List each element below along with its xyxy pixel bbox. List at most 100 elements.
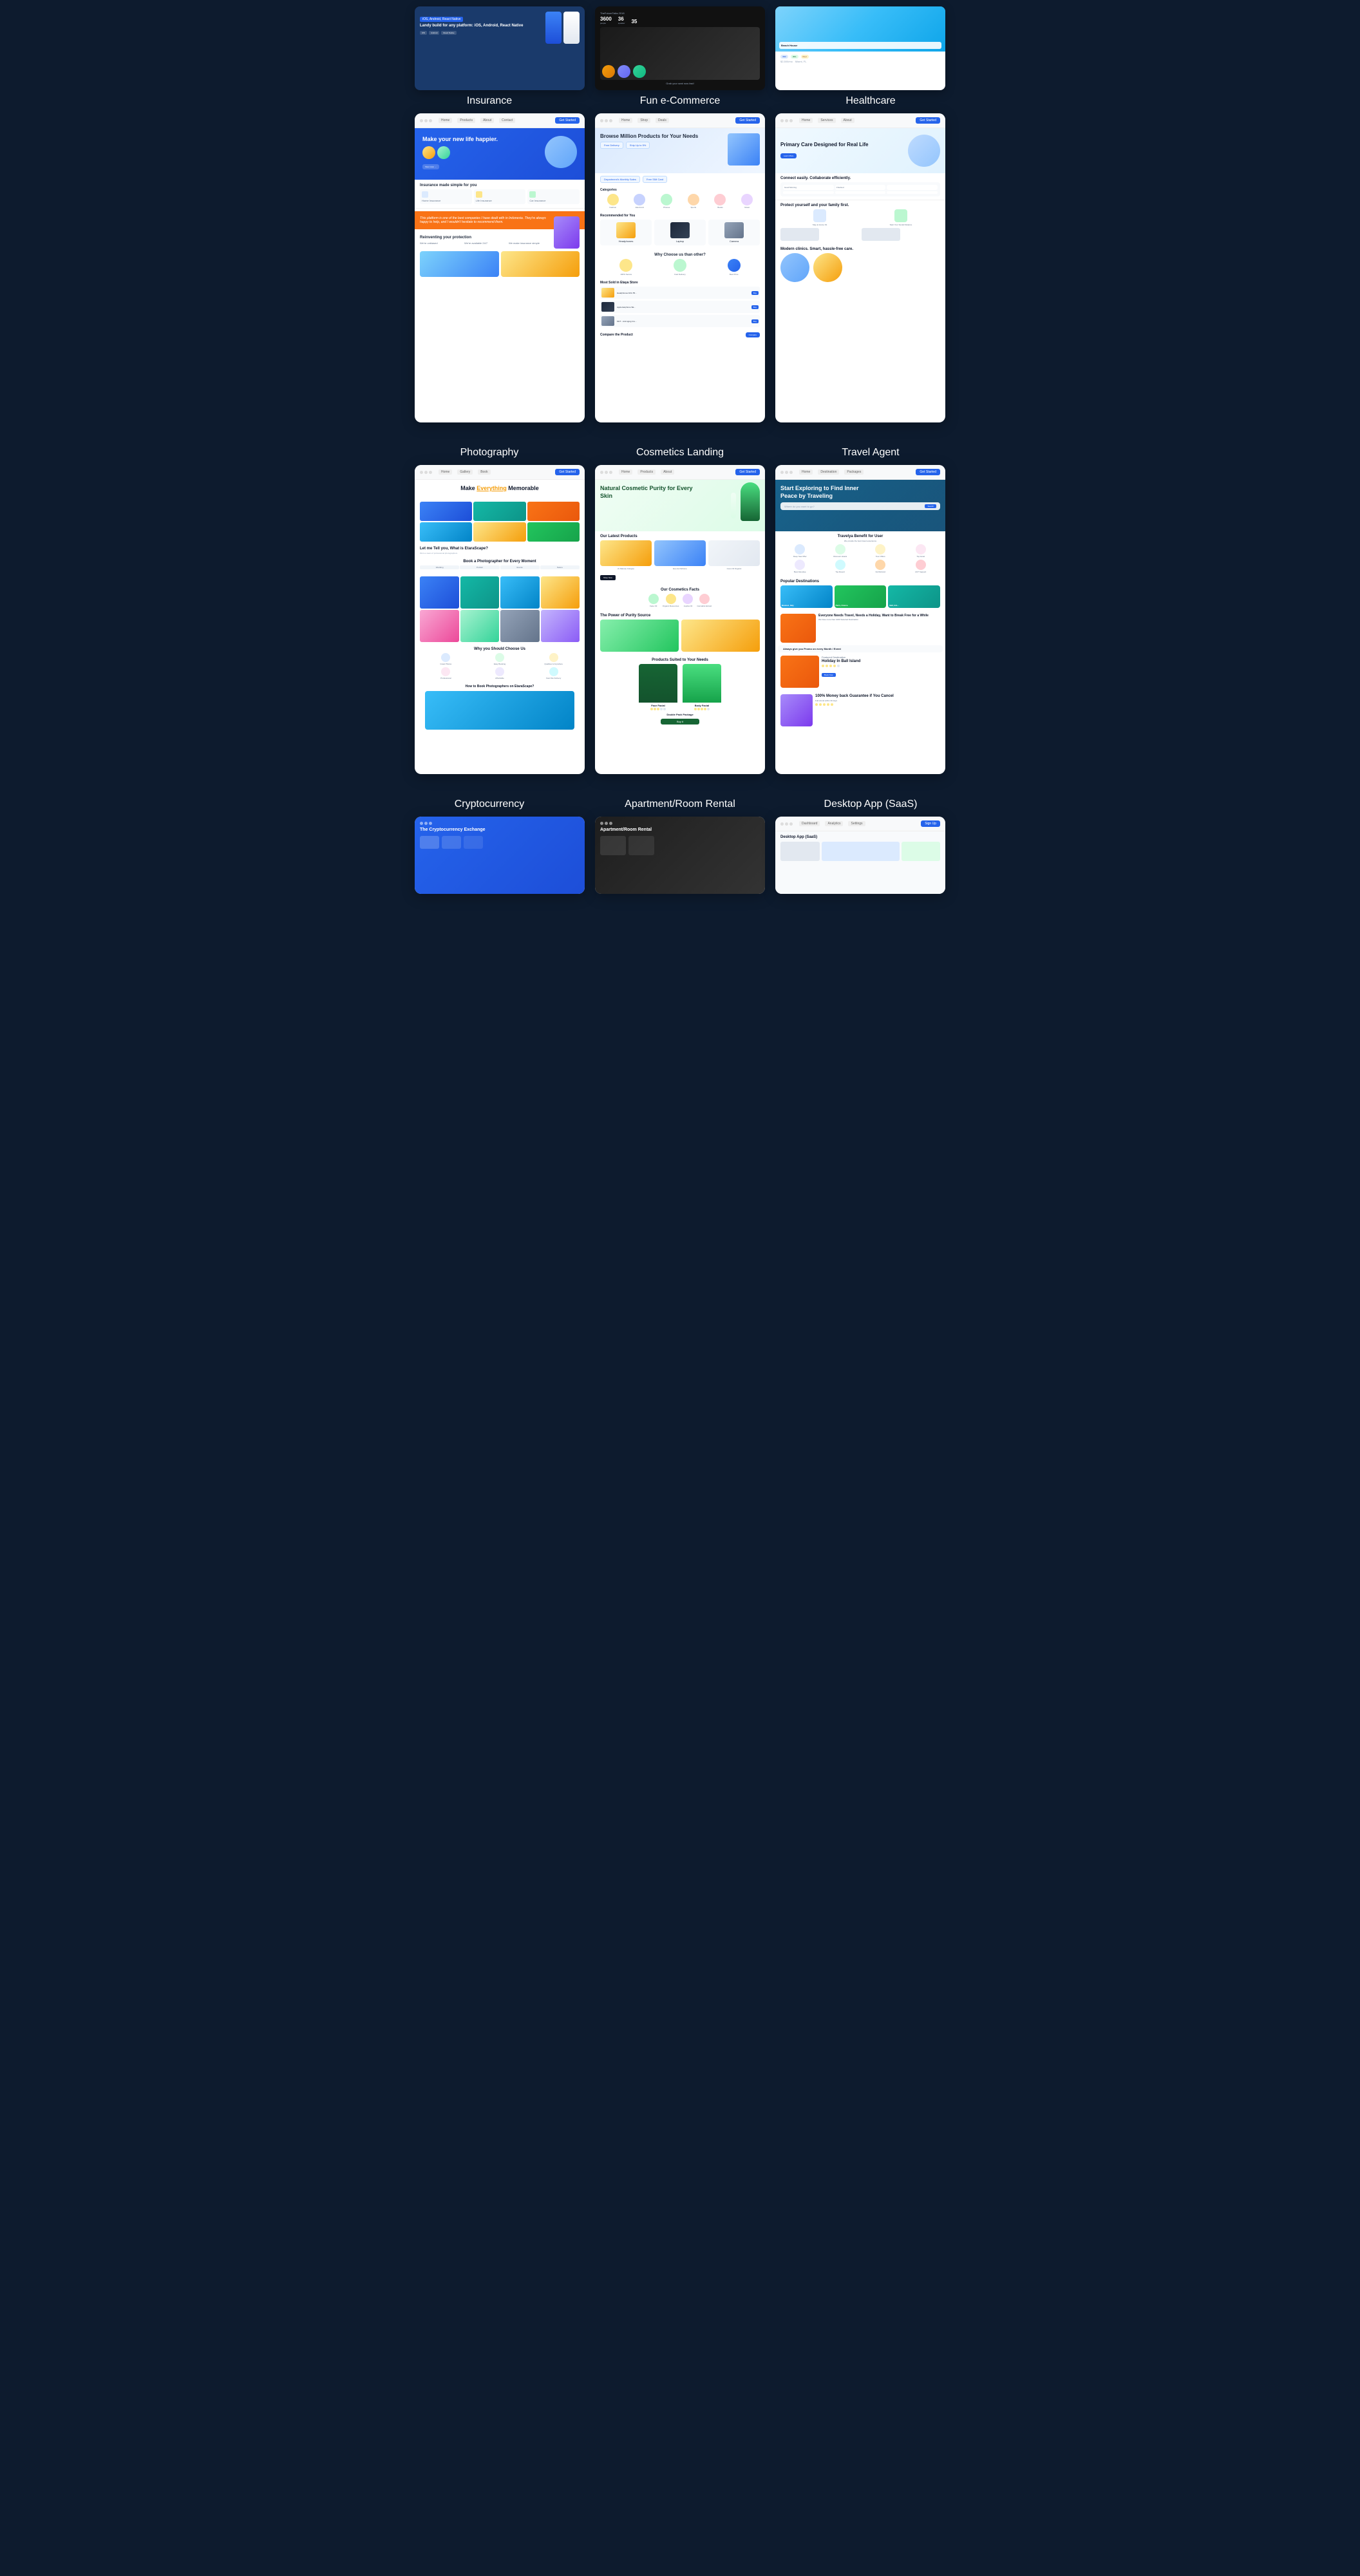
sea-icon <box>795 544 805 554</box>
why-icon-2 <box>674 259 686 272</box>
compare-title: Compare the Product <box>600 333 633 337</box>
protect-item-1: Stay at Home Kit <box>780 209 859 226</box>
nav-item: Shop <box>638 118 650 123</box>
card-cta-btn[interactable]: Get Started <box>735 469 760 475</box>
nav-item: Products <box>638 469 656 475</box>
protect-label-1: Stay at Home Kit <box>780 223 859 226</box>
nav-item: Home <box>799 118 813 123</box>
protect-label-2: Start Your Social Distance <box>862 223 940 226</box>
why-title: Why Choose us than other? <box>600 253 760 257</box>
buy-btn-2[interactable]: Buy <box>751 305 759 309</box>
buy-button[interactable]: Buy it <box>661 719 699 724</box>
card-cta-btn[interactable]: Get Started <box>735 117 760 124</box>
travel-hero-text: Start Exploring to Find Inner Peace by T… <box>780 485 876 500</box>
fact-icon-1 <box>648 594 659 604</box>
view-more-btn[interactable]: View more → <box>422 164 439 169</box>
fact-label-4: Cannabis Extract <box>697 605 712 607</box>
saas-panel-2 <box>822 842 900 861</box>
tag-3[interactable]: Events <box>500 565 540 569</box>
most-sold-title: Most Sold in Etaya Store <box>600 281 760 285</box>
card-cta-btn[interactable]: Sign Up <box>921 820 940 827</box>
cat-fashion: Fashion <box>600 194 626 209</box>
insurance-grid-item-home: Home Insurance <box>420 189 472 204</box>
label-healthcare: Healthcare <box>775 95 966 107</box>
buy-btn-3[interactable]: Buy <box>751 319 759 323</box>
refund-icon <box>875 560 885 570</box>
grid-item-4 <box>783 191 834 194</box>
holiday-sub: Featured Destination <box>822 656 940 659</box>
sold-item-3: MCT - Anti Aging Cre... Buy <box>600 315 760 327</box>
fact-icon-2 <box>666 594 676 604</box>
big-gallery-img-1 <box>420 576 459 609</box>
ecommerce-card-header: Home Shop Deals Get Started <box>595 113 765 128</box>
travel-search-bar[interactable]: Where do you want to go? Search <box>780 502 940 510</box>
holiday-title: Holiday In Ball Island <box>822 659 940 663</box>
property-location: Miami, FL <box>795 60 807 63</box>
most-sold-section: Most Sold in Etaya Store Headphones AKG … <box>595 278 765 330</box>
benefit-icons-1: Deep Sea Offer Discount Hotels Tour Offe… <box>780 544 940 558</box>
healthcare-collab-section: Connect easily. Collaborate efficiently.… <box>775 173 945 200</box>
cat-label: Sports <box>681 206 706 209</box>
holiday-img <box>780 656 819 688</box>
photos-icon <box>441 653 450 662</box>
buy-btn-1[interactable]: Buy <box>751 291 759 295</box>
dest-italy: Bautool, Italy <box>780 585 833 608</box>
badge-sim: Free SIM Card <box>643 176 667 183</box>
photography-why-section: Why you Should Choose Us Great Photos Ea… <box>415 645 585 682</box>
crypto-card: The Cryptocurrency Exchange <box>415 817 585 894</box>
card-cta-btn[interactable]: Get Started <box>916 469 940 475</box>
cosmetics-products-section: Our Latest Products 2x Marose Cologne Ea… <box>595 531 765 585</box>
product-name-3: Camera <box>711 240 757 243</box>
cat-sports: Sports <box>681 194 706 209</box>
big-gallery-img-5 <box>420 610 459 642</box>
insurance-bottom-images <box>415 249 585 279</box>
mobile-title: Landy build for any platform: iOS, Andro… <box>420 24 542 29</box>
modern-circle-1 <box>780 253 809 282</box>
label-photography: Photography <box>394 447 585 459</box>
search-btn[interactable]: Search <box>925 504 936 508</box>
shop-now-btn[interactable]: Shop Now <box>600 575 616 580</box>
fact-label-1: Face Oil <box>648 605 659 607</box>
compare-btn[interactable]: Compare <box>746 332 760 337</box>
tag-1[interactable]: Wedding <box>420 565 459 569</box>
modern-circles <box>780 253 940 282</box>
holiday-content: Featured Destination Holiday In Ball Isl… <box>822 656 940 688</box>
why-label-2: Fast Delivery <box>654 273 706 276</box>
insurance-grid: Home Insurance Life Insurance Car Insura… <box>420 189 580 204</box>
support-icon <box>916 560 926 570</box>
why-item-affordable: Affordable <box>474 667 526 679</box>
body-facial-label: Body Facial <box>683 704 721 707</box>
why-item-delivery: Fast File Delivery <box>527 667 580 679</box>
platform-tag-rn: React Native <box>441 31 456 35</box>
card-cta-btn[interactable]: Get Started <box>555 469 580 475</box>
event-stat2-num: 36 <box>618 16 625 22</box>
saas-panel-3 <box>902 842 941 861</box>
card-cta-btn[interactable]: Get Started <box>916 117 940 124</box>
holiday-row: Featured Destination Holiday In Ball Isl… <box>780 656 940 688</box>
crypto-title: The Cryptocurrency Exchange <box>420 828 580 832</box>
grid-item-2: Checked <box>835 185 886 190</box>
card-cta-btn[interactable]: Get Started <box>555 117 580 124</box>
why-icon-1 <box>619 259 632 272</box>
insurance-footer-grid: We're unbiased We're available 24/7 We m… <box>420 242 551 245</box>
cosmetics-power-section: The Power of Purity Source <box>595 611 765 655</box>
icon-hotel: Top Hotel <box>902 544 941 558</box>
benefit-icons-2: Best Attendee Top Resort Full Refund 24/… <box>780 560 940 573</box>
nav-item: Gallery <box>457 469 473 475</box>
gallery-img-3 <box>527 502 580 521</box>
healthcare-hero-image <box>908 135 940 167</box>
learn-more-btn[interactable]: Learn More <box>780 153 797 158</box>
tag-2[interactable]: Portrait <box>460 565 499 569</box>
book-now-btn[interactable]: Book Now <box>822 673 836 677</box>
icon-support: 24/7 Support <box>902 560 941 573</box>
benefit-sub: We provide the best travel experience <box>780 540 940 542</box>
photography-card: Home Gallery Book Get Started Make Every… <box>415 465 585 774</box>
speaker-avatar-3 <box>633 65 646 78</box>
tag-4[interactable]: Nature <box>540 565 580 569</box>
label-ecommerce: Fun e-Commerce <box>585 95 775 107</box>
grid-item-5 <box>835 191 886 194</box>
icon-tours: Tour Offers <box>861 544 900 558</box>
attendee-icon <box>795 560 805 570</box>
cat-music: Music <box>734 194 760 209</box>
product-item-2: Laptop <box>654 220 706 245</box>
